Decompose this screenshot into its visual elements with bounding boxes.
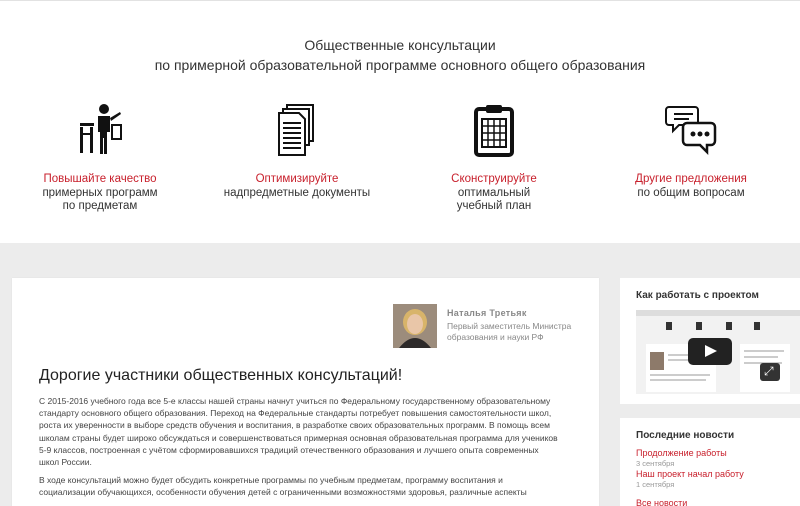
author-block: Наталья Третьяк Первый заместитель Минис… xyxy=(393,304,593,348)
video-thumbnail[interactable] xyxy=(636,310,800,394)
author-name: Наталья Третьяк xyxy=(447,308,527,318)
feature-quality-line2: примерных программ xyxy=(42,186,158,199)
hero-section: Общественные консультации по примерной о… xyxy=(0,0,800,243)
news-card-title: Последние новости xyxy=(636,430,735,441)
schedule-clipboard-icon xyxy=(474,105,514,157)
news-item-link[interactable]: Продолжение работы xyxy=(636,448,727,458)
feature-construct[interactable]: Сконструируйте оптимальный учебный план xyxy=(409,103,579,214)
hero-title-line-2: по примерной образовательной программе о… xyxy=(154,57,646,73)
news-card: Последние новости Продолжение работы 3 с… xyxy=(620,418,800,506)
documents-icon xyxy=(278,104,314,156)
teacher-at-board-icon xyxy=(80,104,122,154)
letter-card: Наталья Третьяк Первый заместитель Минис… xyxy=(12,278,599,506)
feature-quality[interactable]: Повышайте качество примерных программ по… xyxy=(15,103,185,214)
news-item-link[interactable]: Наш проект начал работу xyxy=(636,469,744,479)
feature-optimize-line2: надпредметные документы xyxy=(223,186,371,199)
feature-other-link[interactable]: Другие предложения xyxy=(606,173,776,187)
feature-construct-line3: учебный план xyxy=(456,200,532,212)
letter-heading: Дорогие участники общественных консульта… xyxy=(39,367,403,384)
feature-other-line2: по общим вопросам xyxy=(637,186,745,199)
hero-title-line-1: Общественные консультации xyxy=(304,37,496,53)
video-card: Как работать с проектом xyxy=(620,278,800,404)
feature-construct-line2: оптимальный xyxy=(457,186,531,199)
feature-quality-line3: по предметам xyxy=(62,200,138,212)
letter-paragraph-1: С 2015-2016 учебного года все 5-е классы… xyxy=(39,396,558,468)
feature-optimize[interactable]: Оптимизируйте надпредметные документы xyxy=(212,103,382,200)
letter-body: С 2015-2016 учебного года все 5-е классы… xyxy=(39,395,559,505)
feature-construct-link[interactable]: Сконструируйте xyxy=(409,173,579,187)
news-item-date: 1 сентября xyxy=(636,480,675,489)
news-item-date: 3 сентября xyxy=(636,459,675,468)
letter-paragraph-2: В ходе консультаций можно будет обсудить… xyxy=(39,475,527,498)
hero-title: Общественные консультации по примерной о… xyxy=(0,35,800,75)
news-item: Продолжение работы 3 сентября xyxy=(636,448,727,468)
author-role: Первый заместитель Министра образования … xyxy=(447,321,572,342)
speech-bubbles-icon xyxy=(665,106,717,156)
all-news-link[interactable]: Все новости xyxy=(636,498,687,506)
author-photo xyxy=(393,304,437,348)
feature-optimize-link[interactable]: Оптимизируйте xyxy=(212,173,382,187)
fullscreen-icon[interactable] xyxy=(760,363,780,381)
play-button[interactable] xyxy=(688,338,732,365)
feature-quality-link[interactable]: Повышайте качество xyxy=(15,173,185,187)
video-card-title: Как работать с проектом xyxy=(636,290,759,301)
news-item: Наш проект начал работу 1 сентября xyxy=(636,469,744,489)
feature-other[interactable]: Другие предложения по общим вопросам xyxy=(606,103,776,200)
